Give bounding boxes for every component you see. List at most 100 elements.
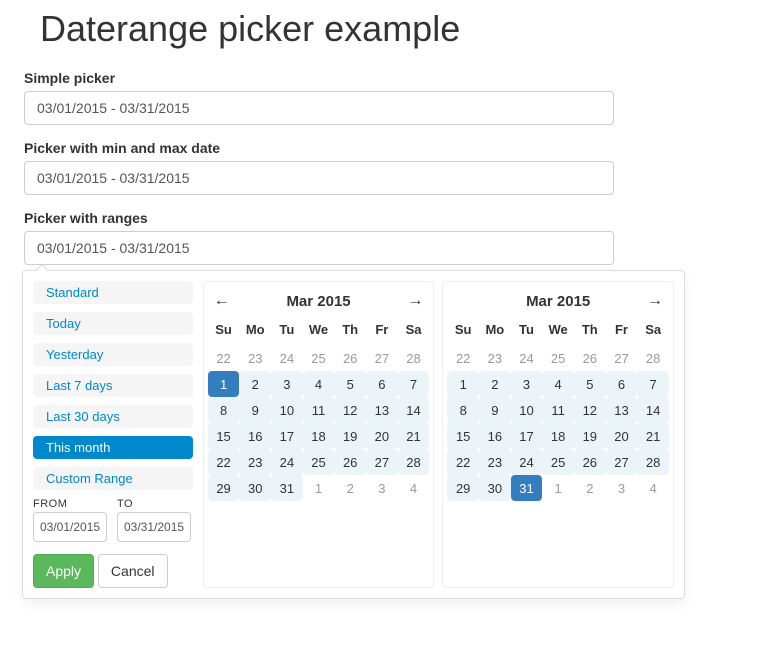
calendar-day: 25	[542, 345, 574, 371]
preset-last-30-days[interactable]: Last 30 days	[33, 405, 193, 428]
calendar-day: 24	[511, 345, 543, 371]
simple-picker-input[interactable]	[24, 91, 614, 125]
dow-header: Fr	[606, 316, 638, 345]
calendar-left: ← Mar 2015 → SuMoTuWeThFrSa2223242526272…	[203, 281, 435, 588]
calendar-day[interactable]: 27	[606, 449, 638, 475]
cancel-button[interactable]: Cancel	[98, 554, 168, 588]
calendar-day[interactable]: 11	[303, 397, 335, 423]
calendar-day[interactable]: 6	[606, 371, 638, 397]
calendar-day[interactable]: 13	[606, 397, 638, 423]
calendar-day[interactable]: 17	[511, 423, 543, 449]
dow-header: Mo	[239, 316, 271, 345]
calendar-day[interactable]: 2	[239, 371, 271, 397]
calendar-day[interactable]: 8	[208, 397, 240, 423]
calendar-day[interactable]: 29	[208, 475, 240, 501]
calendar-day: 24	[271, 345, 303, 371]
from-input[interactable]	[33, 512, 107, 542]
calendar-day[interactable]: 7	[637, 371, 669, 397]
calendar-day[interactable]: 23	[479, 449, 511, 475]
calendar-day[interactable]: 11	[542, 397, 574, 423]
next-month-icon[interactable]: →	[405, 292, 425, 310]
calendar-day: 28	[398, 345, 430, 371]
ranges-picker-input[interactable]	[24, 231, 614, 265]
calendar-day[interactable]: 9	[239, 397, 271, 423]
calendar-day[interactable]: 14	[637, 397, 669, 423]
calendar-day[interactable]: 2	[479, 371, 511, 397]
minmax-picker-input[interactable]	[24, 161, 614, 195]
preset-today[interactable]: Today	[33, 312, 193, 335]
calendar-day[interactable]: 4	[303, 371, 335, 397]
calendar-day[interactable]: 29	[447, 475, 479, 501]
calendar-day: 22	[447, 345, 479, 371]
preset-custom-range[interactable]: Custom Range	[33, 467, 193, 490]
prev-month-icon[interactable]: ←	[212, 292, 232, 310]
preset-last-7-days[interactable]: Last 7 days	[33, 374, 193, 397]
dow-header: Mo	[479, 316, 511, 345]
calendar-day[interactable]: 28	[398, 449, 430, 475]
calendar-right: ← Mar 2015 → SuMoTuWeThFrSa2223242526272…	[442, 281, 674, 588]
calendar-day[interactable]: 17	[271, 423, 303, 449]
calendar-day[interactable]: 14	[398, 397, 430, 423]
calendar-day[interactable]: 20	[366, 423, 398, 449]
calendar-day: 26	[334, 345, 366, 371]
dow-header: Sa	[637, 316, 669, 345]
calendar-day[interactable]: 31	[511, 475, 543, 501]
calendar-day[interactable]: 5	[574, 371, 606, 397]
calendar-day[interactable]: 26	[574, 449, 606, 475]
calendar-day[interactable]: 22	[208, 449, 240, 475]
calendar-day[interactable]: 30	[479, 475, 511, 501]
calendar-day[interactable]: 8	[447, 397, 479, 423]
calendar-day[interactable]: 30	[239, 475, 271, 501]
calendar-day[interactable]: 7	[398, 371, 430, 397]
preset-this-month[interactable]: This month	[33, 436, 193, 459]
calendar-day[interactable]: 9	[479, 397, 511, 423]
calendar-day: 3	[366, 475, 398, 501]
next-month-icon[interactable]: →	[645, 292, 665, 310]
calendar-day[interactable]: 6	[366, 371, 398, 397]
dow-header: Tu	[511, 316, 543, 345]
dow-header: Su	[208, 316, 240, 345]
calendar-day[interactable]: 16	[479, 423, 511, 449]
calendar-day[interactable]: 18	[303, 423, 335, 449]
calendar-day[interactable]: 13	[366, 397, 398, 423]
calendar-day[interactable]: 24	[511, 449, 543, 475]
calendar-day[interactable]: 21	[398, 423, 430, 449]
calendar-day[interactable]: 15	[447, 423, 479, 449]
calendar-day: 4	[398, 475, 430, 501]
calendar-day[interactable]: 22	[447, 449, 479, 475]
calendar-day[interactable]: 19	[574, 423, 606, 449]
calendar-day: 2	[574, 475, 606, 501]
calendar-day[interactable]: 12	[334, 397, 366, 423]
calendar-day[interactable]: 1	[208, 371, 240, 397]
calendar-day[interactable]: 16	[239, 423, 271, 449]
preset-yesterday[interactable]: Yesterday	[33, 343, 193, 366]
minmax-picker-label: Picker with min and max date	[24, 140, 738, 156]
calendar-day[interactable]: 25	[303, 449, 335, 475]
apply-button[interactable]: Apply	[33, 554, 94, 588]
calendar-day[interactable]: 24	[271, 449, 303, 475]
to-input[interactable]	[117, 512, 191, 542]
calendar-day[interactable]: 12	[574, 397, 606, 423]
calendar-day[interactable]: 10	[511, 397, 543, 423]
calendar-day[interactable]: 25	[542, 449, 574, 475]
calendar-day[interactable]: 10	[271, 397, 303, 423]
calendar-day: 1	[542, 475, 574, 501]
calendar-day[interactable]: 18	[542, 423, 574, 449]
calendar-day[interactable]: 31	[271, 475, 303, 501]
calendar-day[interactable]: 28	[637, 449, 669, 475]
dow-header: Tu	[271, 316, 303, 345]
calendar-day[interactable]: 23	[239, 449, 271, 475]
calendar-day[interactable]: 21	[637, 423, 669, 449]
calendar-day[interactable]: 26	[334, 449, 366, 475]
calendar-day[interactable]: 3	[271, 371, 303, 397]
calendar-day: 28	[637, 345, 669, 371]
calendar-day[interactable]: 4	[542, 371, 574, 397]
calendar-day[interactable]: 20	[606, 423, 638, 449]
calendar-day[interactable]: 15	[208, 423, 240, 449]
calendar-day[interactable]: 27	[366, 449, 398, 475]
calendar-day[interactable]: 19	[334, 423, 366, 449]
preset-standard[interactable]: Standard	[33, 281, 193, 304]
calendar-day[interactable]: 1	[447, 371, 479, 397]
calendar-day[interactable]: 5	[334, 371, 366, 397]
calendar-day[interactable]: 3	[511, 371, 543, 397]
